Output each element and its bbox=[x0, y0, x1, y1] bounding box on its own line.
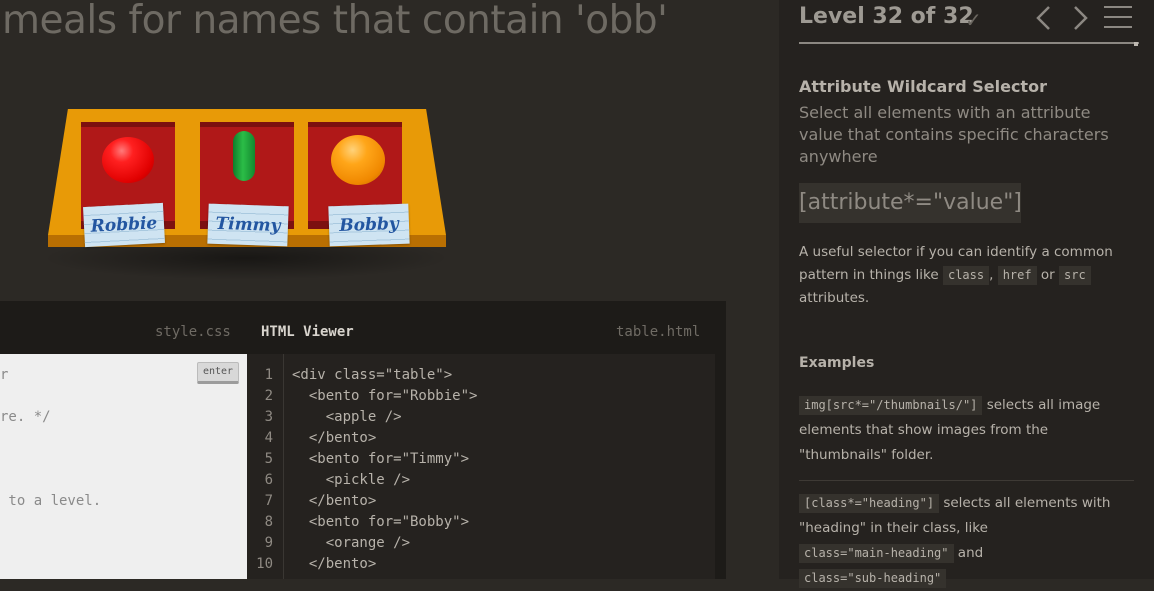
example-2: [class*="heading"] selects all elements … bbox=[799, 491, 1134, 591]
html-code-line[interactable]: </bento> bbox=[292, 556, 376, 572]
dinner-table: Robbie Timmy Bobby bbox=[48, 109, 446, 249]
selector-hint: A useful selector if you can identify a … bbox=[799, 241, 1139, 310]
line-number: 8 bbox=[264, 514, 273, 530]
selector-description: Select all elements with an attribute va… bbox=[799, 103, 1109, 166]
code-editor: style.css HTML Viewer table.html r enter… bbox=[0, 301, 726, 579]
line-number: 6 bbox=[264, 472, 273, 488]
next-level-icon[interactable] bbox=[1069, 4, 1091, 32]
example-text: and bbox=[957, 545, 984, 561]
apple-item[interactable] bbox=[102, 137, 154, 183]
name-tag-robbie: Robbie bbox=[83, 202, 165, 248]
line-number-gutter: 1 2 3 4 5 6 7 8 9 10 bbox=[247, 354, 284, 579]
css-line: to a level. bbox=[0, 493, 102, 509]
hint-text: attributes. bbox=[799, 290, 870, 306]
examples-heading: Examples bbox=[799, 355, 875, 371]
code-tag-href: href bbox=[997, 266, 1037, 285]
check-icon: ✓ bbox=[965, 8, 982, 32]
css-line: r bbox=[0, 367, 9, 383]
tab-html-viewer[interactable]: HTML Viewer bbox=[261, 324, 354, 340]
code-tag-src: src bbox=[1059, 266, 1091, 285]
line-number: 5 bbox=[264, 451, 273, 467]
line-number: 1 bbox=[264, 367, 273, 383]
line-number: 10 bbox=[256, 556, 273, 572]
html-viewer-pane: 1 2 3 4 5 6 7 8 9 10 <div class="table">… bbox=[247, 354, 715, 579]
html-code-line[interactable]: </bento> bbox=[292, 430, 376, 446]
code-tag-class: class bbox=[942, 266, 990, 285]
level-indicator: Level 32 of 32 bbox=[799, 4, 974, 29]
html-code-line[interactable]: <orange /> bbox=[292, 535, 410, 551]
line-number: 4 bbox=[264, 430, 273, 446]
html-code-line[interactable]: <pickle /> bbox=[292, 472, 410, 488]
level-progress-bar bbox=[799, 42, 1139, 44]
editor-header: style.css HTML Viewer table.html bbox=[0, 301, 726, 353]
tab-table-html[interactable]: table.html bbox=[616, 324, 700, 340]
orange-item[interactable] bbox=[331, 135, 385, 185]
level-progress-fill bbox=[799, 42, 1139, 44]
line-number: 7 bbox=[264, 493, 273, 509]
example-1: img[src*="/thumbnails/"] selects all ima… bbox=[799, 393, 1134, 468]
css-input-pane[interactable]: r enter re. */ to a level. bbox=[0, 354, 247, 579]
name-tag-bobby: Bobby bbox=[328, 203, 410, 247]
html-code-line[interactable]: <bento for="Robbie"> bbox=[292, 388, 478, 404]
example-code: class="main-heading" bbox=[799, 544, 954, 563]
menu-icon[interactable] bbox=[1104, 6, 1132, 30]
css-line: re. */ bbox=[0, 409, 51, 425]
pickle-item[interactable] bbox=[233, 131, 255, 181]
hint-separator: or bbox=[1040, 267, 1055, 283]
html-code-line[interactable]: <bento for="Timmy"> bbox=[292, 451, 469, 467]
html-code-line[interactable]: <bento for="Bobby"> bbox=[292, 514, 469, 530]
tab-style-css[interactable]: style.css bbox=[155, 324, 231, 340]
line-number: 9 bbox=[264, 535, 273, 551]
html-code-line[interactable]: </bento> bbox=[292, 493, 376, 509]
selector-name: Attribute Wildcard Selector bbox=[799, 77, 1047, 96]
example-divider bbox=[799, 480, 1134, 481]
line-number: 3 bbox=[264, 409, 273, 425]
hint-separator: , bbox=[989, 267, 994, 283]
line-number: 2 bbox=[264, 388, 273, 404]
previous-level-icon[interactable] bbox=[1033, 4, 1055, 32]
enter-button[interactable]: enter bbox=[197, 362, 239, 384]
html-code-line[interactable]: <apple /> bbox=[292, 409, 402, 425]
level-sidebar: Level 32 of 32 ✓ Attribute Wildcard Sele… bbox=[779, 0, 1154, 588]
level-instruction: meals for names that contain 'obb' bbox=[2, 0, 668, 43]
example-code: [class*="heading"] bbox=[799, 494, 940, 513]
example-code: img[src*="/thumbnails/"] bbox=[799, 396, 983, 415]
html-code-line[interactable]: <div class="table"> bbox=[292, 367, 452, 383]
selector-syntax: [attribute*="value"] bbox=[799, 183, 1022, 223]
name-tag-timmy: Timmy bbox=[207, 203, 289, 247]
progress-dot bbox=[1134, 42, 1138, 46]
